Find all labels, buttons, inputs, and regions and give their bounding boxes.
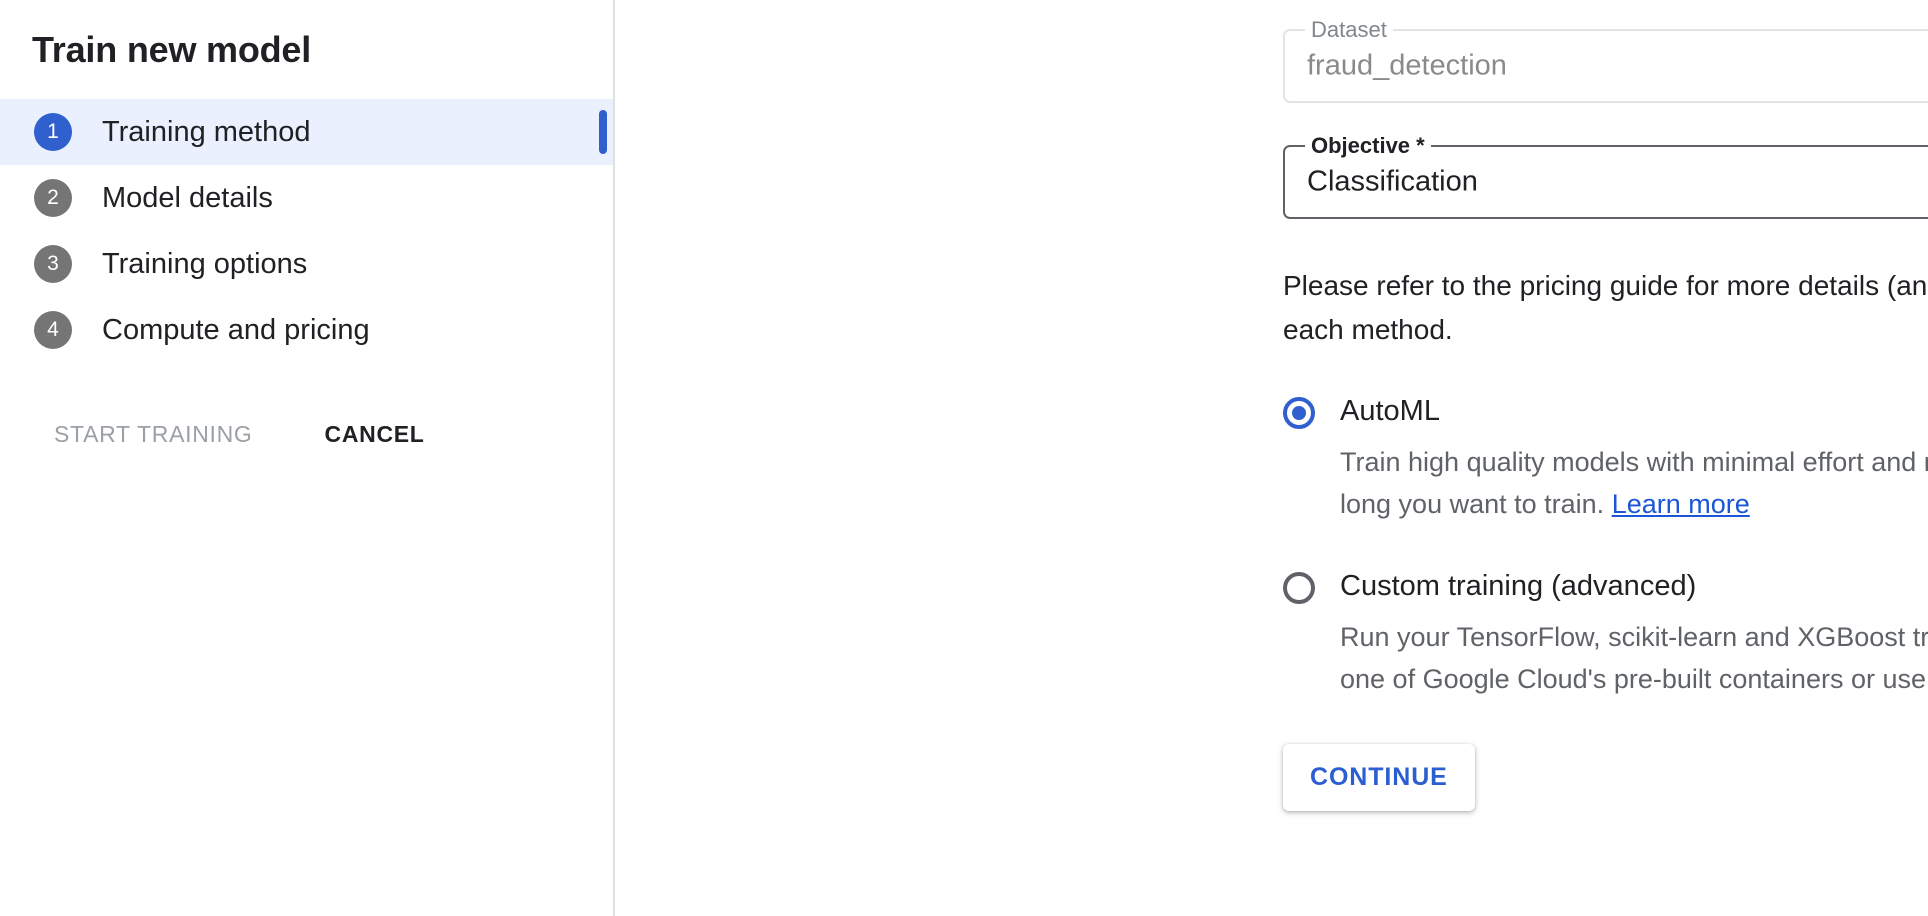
objective-field-row: Objective * Classification	[1283, 145, 1928, 219]
sidebar-item-label: Training method	[102, 118, 310, 147]
continue-button-wrap: CONTINUE	[1283, 744, 1928, 811]
radio-custom-training[interactable]	[1283, 572, 1315, 604]
dataset-label: Dataset	[1305, 18, 1393, 42]
sidebar-item-label: Compute and pricing	[102, 316, 370, 345]
sidebar-item-label: Training options	[102, 250, 307, 279]
continue-button[interactable]: CONTINUE	[1283, 744, 1475, 811]
option-custom-training-description: Run your TensorFlow, scikit-learn and XG…	[1340, 616, 1928, 700]
option-automl-label: AutoML	[1340, 394, 1928, 428]
step-number-badge: 3	[34, 245, 72, 283]
active-step-indicator	[599, 110, 607, 154]
step-number-badge: 1	[34, 113, 72, 151]
sidebar-item-model-details[interactable]: 2 Model details	[0, 165, 613, 231]
sidebar: Train new model 1 Training method 2 Mode…	[0, 0, 615, 916]
dataset-value: fraud_detection	[1307, 50, 1507, 83]
sidebar-item-training-method[interactable]: 1 Training method	[0, 99, 613, 165]
training-method-options: AutoML Train high quality models with mi…	[1283, 394, 1928, 700]
step-number-badge: 4	[34, 311, 72, 349]
dataset-select[interactable]: Dataset fraud_detection	[1283, 29, 1928, 103]
sidebar-item-compute-and-pricing[interactable]: 4 Compute and pricing	[0, 297, 613, 363]
cancel-button[interactable]: CANCEL	[315, 413, 435, 456]
sidebar-item-label: Model details	[102, 184, 273, 213]
start-training-button[interactable]: START TRAINING	[44, 413, 263, 456]
option-automl[interactable]: AutoML Train high quality models with mi…	[1283, 394, 1928, 525]
option-custom-training-label: Custom training (advanced)	[1340, 569, 1928, 603]
option-custom-training[interactable]: Custom training (advanced) Run your Tens…	[1283, 569, 1928, 700]
objective-label: Objective *	[1305, 134, 1431, 158]
step-number-badge: 2	[34, 179, 72, 217]
option-custom-training-description-text: Run your TensorFlow, scikit-learn and XG…	[1340, 622, 1928, 694]
train-new-model-page: Train new model 1 Training method 2 Mode…	[0, 0, 1928, 916]
sidebar-actions: START TRAINING CANCEL	[0, 413, 613, 456]
objective-value: Classification	[1307, 166, 1478, 199]
option-automl-description: Train high quality models with minimal e…	[1340, 441, 1928, 525]
dataset-field-row: Dataset fraud_detection ?	[1283, 29, 1928, 103]
radio-automl[interactable]	[1283, 397, 1315, 429]
pricing-note: Please refer to the pricing guide for mo…	[1283, 264, 1928, 352]
main-content: Dataset fraud_detection ? Objective * Cl…	[615, 0, 1928, 916]
page-title: Train new model	[0, 0, 613, 71]
learn-more-link-automl[interactable]: Learn more	[1612, 489, 1750, 519]
objective-select[interactable]: Objective * Classification	[1283, 145, 1928, 219]
sidebar-item-training-options[interactable]: 3 Training options	[0, 231, 613, 297]
training-method-form: Dataset fraud_detection ? Objective * Cl…	[615, 0, 1928, 811]
step-nav: 1 Training method 2 Model details 3 Trai…	[0, 99, 613, 363]
